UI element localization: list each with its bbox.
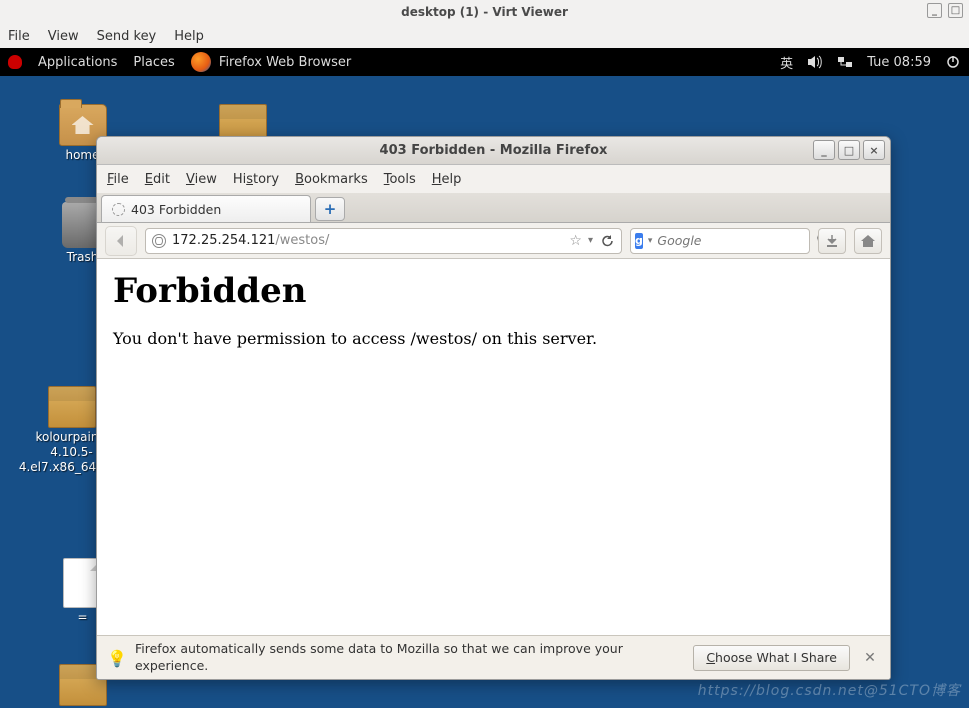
virt-menu-help[interactable]: Help xyxy=(174,29,204,44)
page-body-text: You don't have permission to access /wes… xyxy=(113,329,874,348)
choose-share-button[interactable]: Choose What I Share xyxy=(693,645,850,671)
rpm-package-icon xyxy=(48,386,96,428)
firefox-new-tab-button[interactable]: + xyxy=(315,197,345,221)
watermark-text: https://blog.csdn.net@51CTO博客 xyxy=(698,680,961,700)
network-icon[interactable] xyxy=(837,55,853,69)
home-button[interactable] xyxy=(854,228,882,254)
infobar-message: Firefox automatically sends some data to… xyxy=(135,641,683,674)
tab-favicon-placeholder-icon xyxy=(112,203,125,216)
firefox-tabbar: 403 Forbidden + xyxy=(97,193,890,223)
firefox-page-content: Forbidden You don't have permission to a… xyxy=(97,259,890,635)
gnome-top-panel: Applications Places Firefox Web Browser … xyxy=(0,48,969,76)
url-bar[interactable]: 172.25.254.121/westos/ ☆ ▾ xyxy=(145,228,622,254)
firefox-menu-file[interactable]: File xyxy=(107,172,129,187)
virt-maximize-button[interactable]: □ xyxy=(948,3,963,18)
firefox-maximize-button[interactable]: □ xyxy=(838,140,860,160)
firefox-menu-view[interactable]: View xyxy=(186,172,217,187)
globe-icon xyxy=(152,234,166,248)
lightbulb-icon: 💡 xyxy=(107,649,125,667)
volume-icon[interactable] xyxy=(807,55,823,69)
virt-viewer-title: desktop (1) - Virt Viewer xyxy=(401,5,568,19)
virt-menu-file[interactable]: File xyxy=(8,29,30,44)
page-heading: Forbidden xyxy=(113,271,874,311)
search-engine-dropdown-icon[interactable]: ▾ xyxy=(648,236,653,246)
gnome-active-app[interactable]: Firefox Web Browser xyxy=(191,52,351,72)
firefox-menu-bookmarks[interactable]: Bookmarks xyxy=(295,172,368,187)
firefox-menu-tools[interactable]: Tools xyxy=(384,172,416,187)
firefox-menu-edit[interactable]: Edit xyxy=(145,172,170,187)
virt-menu-sendkey[interactable]: Send key xyxy=(97,29,157,44)
downloads-button[interactable] xyxy=(818,228,846,254)
url-text: 172.25.254.121/westos/ xyxy=(172,233,563,248)
firefox-titlebar[interactable]: 403 Forbidden - Mozilla Firefox _ □ × xyxy=(97,137,890,165)
search-engine-icon[interactable]: g xyxy=(635,233,643,249)
search-bar[interactable]: g ▾ 🔍 xyxy=(630,228,810,254)
firefox-minimize-button[interactable]: _ xyxy=(813,140,835,160)
gnome-places-menu[interactable]: Places xyxy=(133,55,174,70)
gnome-applications-menu[interactable]: Applications xyxy=(38,55,117,70)
firefox-navigation-toolbar: 172.25.254.121/westos/ ☆ ▾ g ▾ 🔍 xyxy=(97,223,890,259)
virt-minimize-button[interactable]: _ xyxy=(927,3,942,18)
firefox-icon xyxy=(191,52,211,72)
input-method-indicator[interactable]: 英 xyxy=(780,53,793,72)
power-icon[interactable] xyxy=(945,55,961,69)
virt-viewer-menubar: File View Send key Help xyxy=(0,24,969,48)
firefox-tab-title: 403 Forbidden xyxy=(131,202,221,217)
firefox-menu-history[interactable]: History xyxy=(233,172,279,187)
virt-viewer-titlebar: desktop (1) - Virt Viewer _ □ xyxy=(0,0,969,24)
back-button[interactable] xyxy=(105,226,137,256)
firefox-info-bar: 💡 Firefox automatically sends some data … xyxy=(97,635,890,679)
desktop[interactable]: home Trash kolourpaint-4.10.5-4.el7.x86_… xyxy=(0,76,969,708)
infobar-close-button[interactable]: ✕ xyxy=(860,648,880,668)
firefox-tab-active[interactable]: 403 Forbidden xyxy=(101,195,311,222)
firefox-menu-help[interactable]: Help xyxy=(432,172,462,187)
bookmark-star-icon[interactable]: ☆ xyxy=(569,233,582,249)
firefox-window: 403 Forbidden - Mozilla Firefox _ □ × Fi… xyxy=(96,136,891,680)
virt-menu-view[interactable]: View xyxy=(48,29,79,44)
url-dropdown-icon[interactable]: ▾ xyxy=(588,235,593,246)
firefox-window-title: 403 Forbidden - Mozilla Firefox xyxy=(380,143,608,158)
clock[interactable]: Tue 08:59 xyxy=(867,55,931,70)
firefox-menubar: File Edit View History Bookmarks Tools H… xyxy=(97,165,890,193)
firefox-close-button[interactable]: × xyxy=(863,140,885,160)
distro-icon xyxy=(8,55,22,69)
search-input[interactable] xyxy=(657,233,811,248)
reload-button[interactable] xyxy=(599,233,615,249)
